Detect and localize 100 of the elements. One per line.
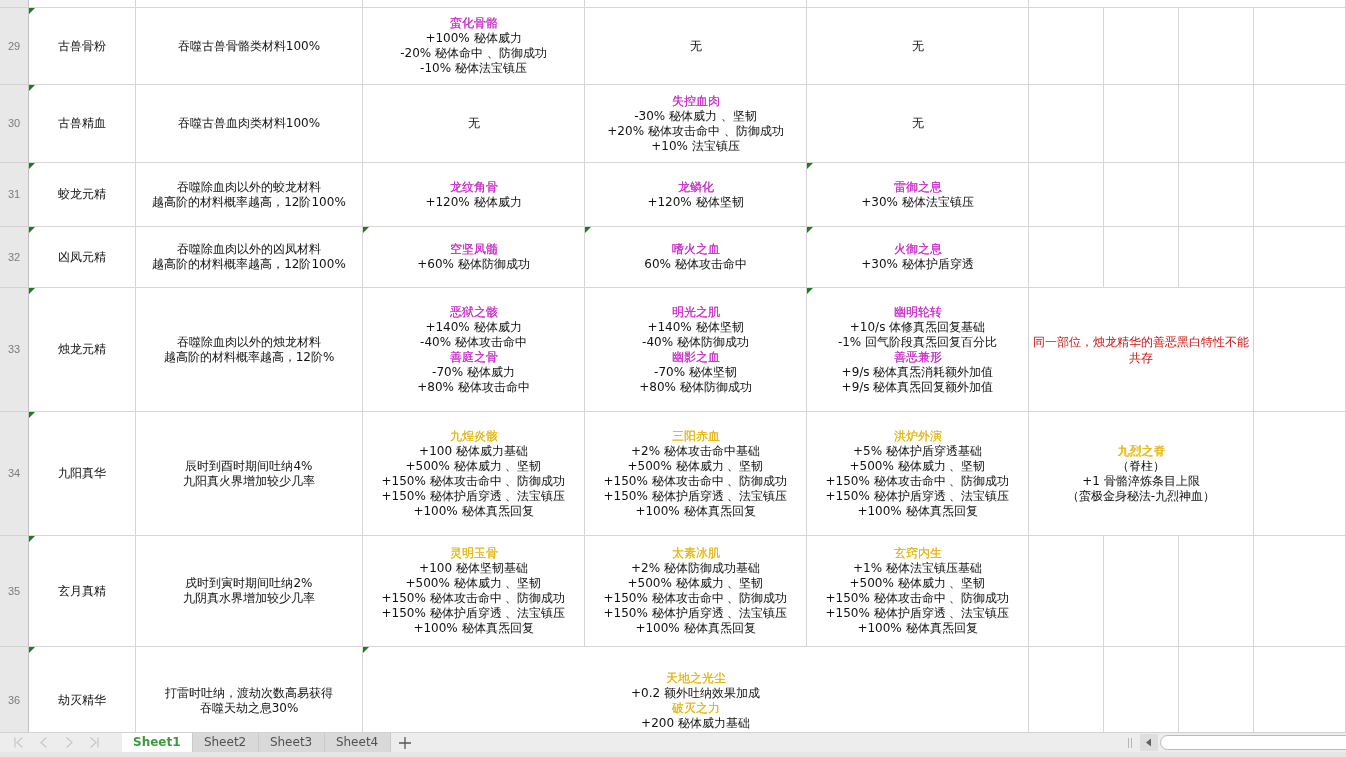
sheet-tab[interactable]: Sheet3 — [258, 733, 325, 752]
effect-name: 嗜火之血 — [671, 242, 720, 257]
cell-text: 九阳真华 — [58, 466, 106, 481]
cell-text: 吞噬除血肉以外的凶凤材料 — [177, 242, 321, 257]
effect-line: +150% 秘体攻击命中 、防御成功 — [825, 591, 1010, 606]
row-header: 30 — [0, 85, 29, 163]
effect-line: +100% 秘体威力 — [425, 31, 522, 46]
cell-text: 无 — [911, 116, 924, 131]
row-header: 36 — [0, 647, 29, 732]
note-text: 同一部位，烛龙精华的善恶黑白特性不能共存 — [1032, 333, 1250, 366]
row-header: 32 — [0, 227, 29, 288]
effect-name: 失控血肉 — [671, 93, 720, 109]
effect-line: +150% 秘体攻击命中 、防御成功 — [603, 591, 788, 606]
effect-name: 善恶兼形 — [893, 349, 942, 365]
effect-line: +150% 秘体护盾穿透 、法宝镇压 — [381, 606, 566, 621]
effect-line: -20% 秘体命中 、防御成功 — [400, 46, 547, 61]
cell-text: 越高阶的材料概率越高，12阶100% — [152, 194, 346, 210]
effect-name: 龙纹角骨 — [449, 179, 498, 195]
effect-name: 火御之息 — [893, 242, 942, 257]
effect-line: +150% 秘体护盾穿透 、法宝镇压 — [825, 488, 1010, 504]
effect-line: -1% 回气阶段真炁回复百分比 — [837, 334, 998, 350]
effect-line: +150% 秘体护盾穿透 、法宝镇压 — [603, 606, 788, 621]
effect-line: 60% 秘体攻击命中 — [644, 257, 747, 272]
effect-line: +150% 秘体护盾穿透 、法宝镇压 — [381, 488, 566, 504]
row-header — [0, 0, 29, 8]
sheet-tab[interactable]: Sheet4 — [324, 733, 391, 752]
cell-text: 吞噬天劫之息30% — [199, 700, 299, 716]
effect-line: +100% 秘体真炁回复 — [857, 503, 978, 519]
effect-line: +150% 秘体攻击命中 、防御成功 — [825, 473, 1010, 489]
effect-line: +100% 秘体真炁回复 — [635, 503, 756, 519]
effect-line: +140% 秘体威力 — [425, 319, 522, 335]
splitter-icon[interactable] — [1128, 737, 1132, 748]
effect-line: +100 秘体坚韧基础 — [419, 561, 528, 576]
effect-line: （脊柱） — [1117, 458, 1165, 474]
cell-text: 凶凤元精 — [58, 249, 106, 265]
effect-line: +100% 秘体真炁回复 — [635, 621, 756, 636]
effect-name: 太素冰肌 — [671, 546, 720, 561]
cell-text: 无 — [467, 116, 480, 131]
cell-text: 玄月真精 — [58, 583, 106, 599]
cell-text: 越高阶的材料概率越高，12阶100% — [152, 257, 346, 272]
cell-text: 古兽骨粉 — [58, 38, 106, 54]
cell-text: 打雷时吐纳，渡劫次数高易获得 — [165, 685, 333, 701]
row-header: 31 — [0, 163, 29, 227]
effect-name: 九煌炎骸 — [449, 428, 498, 444]
effect-line: -40% 秘体攻击命中 — [420, 334, 527, 350]
effect-line: +2% 秘体防御成功基础 — [631, 561, 760, 576]
effect-name: 洪炉外演 — [893, 428, 942, 444]
effect-line: +20% 秘体攻击命中 、防御成功 — [607, 123, 784, 139]
row-header: 29 — [0, 8, 29, 85]
effect-line: +0.2 额外吐纳效果加成 — [631, 685, 760, 701]
row-header: 34 — [0, 412, 29, 536]
effect-line: +100 秘体威力基础 — [419, 443, 528, 459]
effect-line: -70% 秘体坚韧 — [654, 364, 737, 380]
effect-line: +9/s 秘体真炁消耗额外加值 — [841, 364, 994, 380]
effect-line: -10% 秘体法宝镇压 — [420, 61, 527, 76]
cell-text: 越高阶的材料概率越高，12阶% — [163, 349, 335, 365]
effect-line: +200 秘体威力基础 — [641, 715, 750, 731]
effect-name: 玄窍内生 — [893, 546, 942, 561]
effect-name: 破灭之力 — [671, 700, 720, 716]
cell-text: 戌时到寅时期间吐纳2% — [185, 576, 313, 591]
cell-text: 烛龙元精 — [58, 342, 106, 357]
effect-line: +150% 秘体攻击命中 、防御成功 — [381, 473, 566, 489]
effect-line: +1% 秘体法宝镇压基础 — [853, 561, 982, 576]
cell-text: 劫灭精华 — [58, 693, 106, 708]
plus-icon[interactable] — [398, 736, 411, 749]
effect-line: -40% 秘体防御成功 — [642, 334, 749, 350]
effect-line: +9/s 秘体真炁回复额外加值 — [841, 379, 994, 395]
effect-line: -70% 秘体威力 — [432, 364, 515, 380]
effect-line: +140% 秘体坚韧 — [647, 319, 744, 335]
effect-line: +500% 秘体威力 、坚韧 — [849, 576, 986, 591]
cell-text: 九阴真水界增加较少几率 — [183, 591, 315, 606]
effect-name: 幽影之血 — [671, 349, 720, 365]
effect-line: +10/s 体修真炁回复基础 — [849, 319, 986, 335]
effect-name: 明光之肌 — [671, 304, 720, 320]
cell-text: 无 — [911, 38, 924, 54]
sheet-tab[interactable]: Sheet1 — [122, 733, 193, 752]
effect-line: +150% 秘体攻击命中 、防御成功 — [381, 591, 566, 606]
effect-line: +30% 秘体护盾穿透 — [861, 257, 974, 272]
effect-line: +10% 法宝镇压 — [651, 138, 740, 154]
horizontal-scrollbar[interactable] — [1158, 734, 1346, 751]
effect-line: +120% 秘体威力 — [425, 194, 522, 210]
effect-name: 蛮化骨骼 — [449, 16, 498, 31]
cell-text: 吞噬古兽骨骼类材料100% — [177, 38, 321, 54]
effect-line: +30% 秘体法宝镇压 — [861, 194, 974, 210]
effect-name: 灵明玉骨 — [449, 546, 498, 561]
effect-line: +60% 秘体防御成功 — [417, 257, 530, 272]
effect-line: +500% 秘体威力 、坚韧 — [627, 458, 764, 474]
effect-line: -30% 秘体威力 、坚韧 — [634, 108, 757, 124]
effect-line: +150% 秘体护盾穿透 、法宝镇压 — [603, 488, 788, 504]
effect-line: +150% 秘体攻击命中 、防御成功 — [603, 473, 788, 489]
cell-text: 吞噬古兽血肉类材料100% — [177, 116, 321, 131]
scroll-left-icon[interactable] — [1140, 734, 1158, 751]
effect-name: 幽明轮转 — [893, 304, 942, 320]
effect-line: +2% 秘体攻击命中基础 — [631, 443, 760, 459]
effect-line: +1 骨骼淬炼条目上限 — [1082, 473, 1200, 489]
cell-text: 吞噬除血肉以外的蛟龙材料 — [177, 179, 321, 195]
sheet-tab[interactable]: Sheet2 — [192, 733, 259, 752]
cell-text: 九阳真火界增加较少几率 — [183, 473, 315, 489]
effect-name: 龙鳞化 — [677, 179, 714, 195]
effect-line: +500% 秘体威力 、坚韧 — [849, 458, 986, 474]
